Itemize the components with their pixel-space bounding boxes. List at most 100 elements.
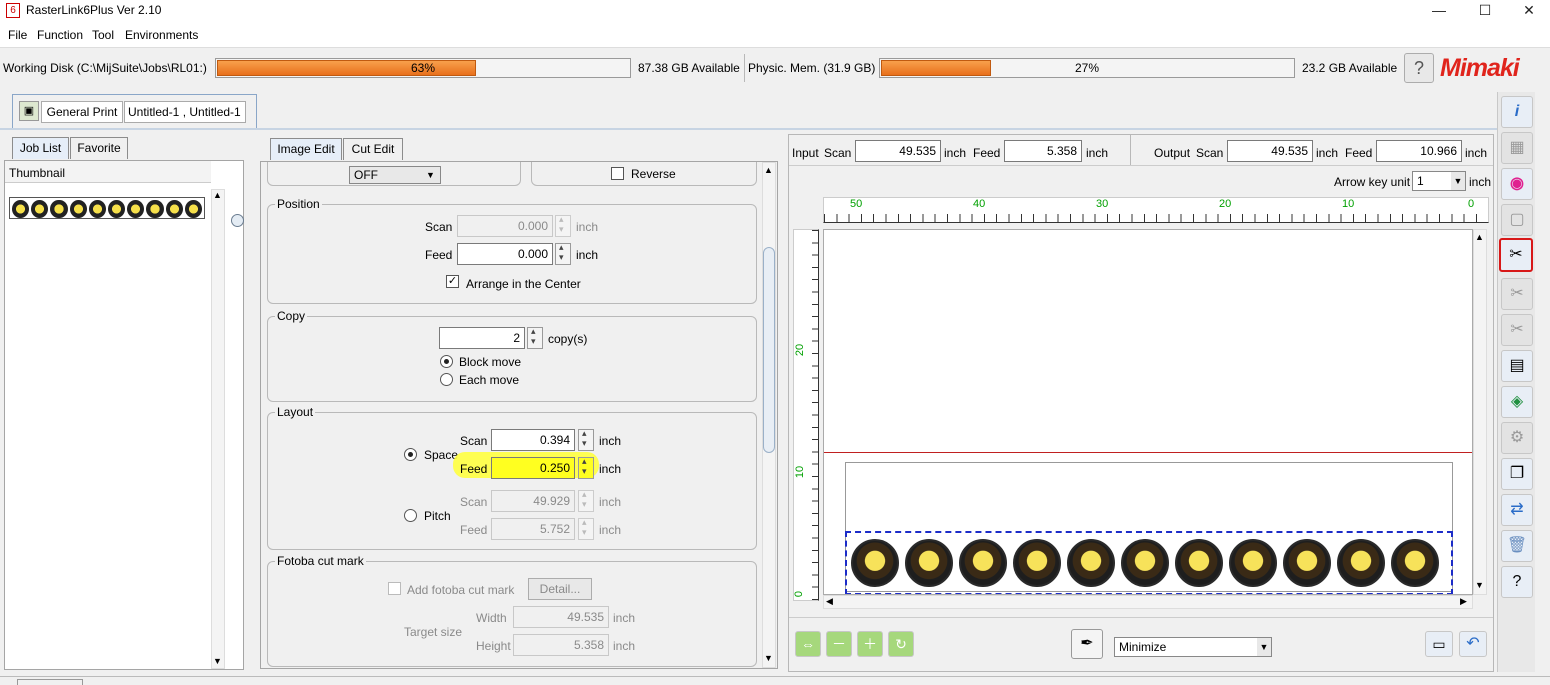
menu-file[interactable]: File xyxy=(8,28,27,42)
refresh-icon[interactable]: ↻ xyxy=(888,631,914,657)
print-mode-label[interactable]: General Print xyxy=(41,101,123,123)
merge-job-icon[interactable]: ⇄ xyxy=(1501,494,1533,526)
fotoba-checkbox[interactable] xyxy=(388,582,401,595)
center-checkbox[interactable]: ✓ xyxy=(446,275,459,288)
job-list-panel: Job List Favorite Thumbnail ▲ ▼ xyxy=(0,132,250,672)
reverse-checkbox[interactable] xyxy=(611,167,624,180)
canvas-vscroll[interactable]: ▲ ▼ xyxy=(1473,229,1487,595)
menu-function[interactable]: Function xyxy=(37,28,83,42)
copy-job-icon[interactable]: ❐ xyxy=(1501,458,1533,490)
splitter-handle[interactable] xyxy=(231,214,244,227)
print-image[interactable] xyxy=(1013,539,1061,587)
layout-tool-icon[interactable]: ▦ xyxy=(1501,132,1533,164)
pitch-label: Pitch xyxy=(424,509,451,523)
scroll-down-icon[interactable]: ▼ xyxy=(764,653,773,663)
space-feed-input[interactable]: 0.250 xyxy=(491,457,575,479)
pitch-feed-stepper[interactable] xyxy=(578,517,594,540)
preview-canvas[interactable] xyxy=(823,229,1473,595)
space-radio[interactable] xyxy=(404,448,417,461)
title-bar: 6 RasterLink6Plus Ver 2.10 — ☐ ✕ xyxy=(0,0,1550,22)
job-name-field: Untitled-1 , Untitled-1 xyxy=(124,101,246,123)
pitch-scan-input[interactable]: 49.929 xyxy=(491,490,575,512)
print-image[interactable] xyxy=(1121,539,1169,587)
copy-count-input[interactable]: 2 xyxy=(439,327,525,349)
fit-width-icon[interactable]: ⇔ xyxy=(795,631,821,657)
image-edit-tool-icon[interactable]: ✂ xyxy=(1499,238,1533,272)
print-image[interactable] xyxy=(905,539,953,587)
maximize-window-button[interactable]: ☐ xyxy=(1462,0,1508,22)
position-feed-stepper[interactable] xyxy=(555,242,571,265)
memory-available: 23.2 GB Available xyxy=(1302,61,1398,75)
scroll-up-icon[interactable]: ▲ xyxy=(1475,232,1484,242)
zoom-in-icon[interactable]: ＋ xyxy=(857,631,883,657)
each-move-radio[interactable] xyxy=(440,373,453,386)
ruler-label: 20 xyxy=(1219,198,1232,210)
tab-job-list[interactable]: Job List xyxy=(12,137,69,159)
edit-scrollbar[interactable]: ▲ ▼ xyxy=(762,162,776,668)
print-image[interactable] xyxy=(959,539,1007,587)
tab-image-edit[interactable]: Image Edit xyxy=(270,138,342,160)
cut-tool-icon[interactable]: ✂ xyxy=(1501,278,1533,310)
layer-tool-icon[interactable]: ◈ xyxy=(1501,386,1533,418)
print-image[interactable] xyxy=(1337,539,1385,587)
block-move-radio[interactable] xyxy=(440,355,453,368)
bottom-tab[interactable] xyxy=(17,679,83,685)
scroll-thumb[interactable] xyxy=(763,247,775,453)
canvas-hscroll[interactable]: ◀ ▶ xyxy=(823,595,1473,609)
tab-cut-edit[interactable]: Cut Edit xyxy=(343,138,403,160)
selected-images[interactable] xyxy=(845,531,1453,594)
pen-tool-icon[interactable]: ✒ xyxy=(1071,629,1103,659)
space-feed-stepper[interactable] xyxy=(578,456,594,479)
cut-path-tool-icon[interactable]: ✂ xyxy=(1501,314,1533,346)
help-button[interactable]: ? xyxy=(1404,53,1434,83)
status-divider xyxy=(744,54,745,82)
scroll-left-icon[interactable]: ◀ xyxy=(826,596,833,607)
trash-icon[interactable]: 🗑 xyxy=(1501,530,1533,562)
scroll-up-icon[interactable]: ▲ xyxy=(764,165,773,175)
center-label: Arrange in the Center xyxy=(466,277,581,291)
job-list-scrollbar[interactable]: ▲ ▼ xyxy=(211,189,225,669)
zoom-out-icon[interactable]: － xyxy=(826,631,852,657)
menu-tool[interactable]: Tool xyxy=(92,28,114,42)
arrow-key-select[interactable]: 1 ▼ xyxy=(1412,171,1466,191)
undo-icon[interactable]: ↶ xyxy=(1459,631,1487,657)
disabled-tool-icon[interactable]: ▢ xyxy=(1501,204,1533,236)
printer-preview-icon[interactable]: ▭ xyxy=(1425,631,1453,657)
space-scan-input[interactable]: 0.394 xyxy=(491,429,575,451)
cut-mode-select[interactable]: OFF ▼ xyxy=(349,166,441,184)
print-condition-icon[interactable]: ▤ xyxy=(1501,350,1533,382)
output-feed-label: Feed xyxy=(1345,146,1373,160)
tab-favorite[interactable]: Favorite xyxy=(70,137,128,159)
minimize-select[interactable]: Minimize ▼ xyxy=(1114,637,1272,657)
scroll-down-icon[interactable]: ▼ xyxy=(1475,580,1484,590)
pitch-scan-stepper[interactable] xyxy=(578,489,594,512)
pitch-feed-input[interactable]: 5.752 xyxy=(491,518,575,540)
position-scan-input[interactable]: 0.000 xyxy=(457,215,553,237)
scroll-right-icon[interactable]: ▶ xyxy=(1460,596,1467,607)
scroll-down-icon[interactable]: ▼ xyxy=(213,656,222,666)
job-thumbnail[interactable] xyxy=(9,197,205,219)
info-icon[interactable]: i xyxy=(1501,96,1533,128)
print-image[interactable] xyxy=(1283,539,1331,587)
print-image[interactable] xyxy=(851,539,899,587)
gear-icon[interactable]: ⚙ xyxy=(1501,422,1533,454)
mimaki-logo: Mimaki xyxy=(1440,54,1520,82)
scroll-up-icon[interactable]: ▲ xyxy=(213,190,222,200)
print-image[interactable] xyxy=(1067,539,1115,587)
position-feed-input[interactable]: 0.000 xyxy=(457,243,553,265)
chevron-down-icon: ▼ xyxy=(1451,172,1465,190)
color-profile-icon[interactable]: ◉ xyxy=(1501,168,1533,200)
position-scan-stepper[interactable] xyxy=(555,214,571,237)
print-image[interactable] xyxy=(1229,539,1277,587)
space-scan-stepper[interactable] xyxy=(578,428,594,451)
minimize-window-button[interactable]: — xyxy=(1416,0,1462,22)
menu-environments[interactable]: Environments xyxy=(125,28,198,42)
fotoba-detail-button[interactable]: Detail... xyxy=(528,578,592,600)
space-scan-label: Scan xyxy=(460,434,488,448)
pitch-radio[interactable] xyxy=(404,509,417,522)
print-image[interactable] xyxy=(1175,539,1223,587)
help-tool-icon[interactable]: ? xyxy=(1501,566,1533,598)
close-window-button[interactable]: ✕ xyxy=(1506,0,1550,22)
copy-count-stepper[interactable] xyxy=(527,326,543,349)
print-image[interactable] xyxy=(1391,539,1439,587)
